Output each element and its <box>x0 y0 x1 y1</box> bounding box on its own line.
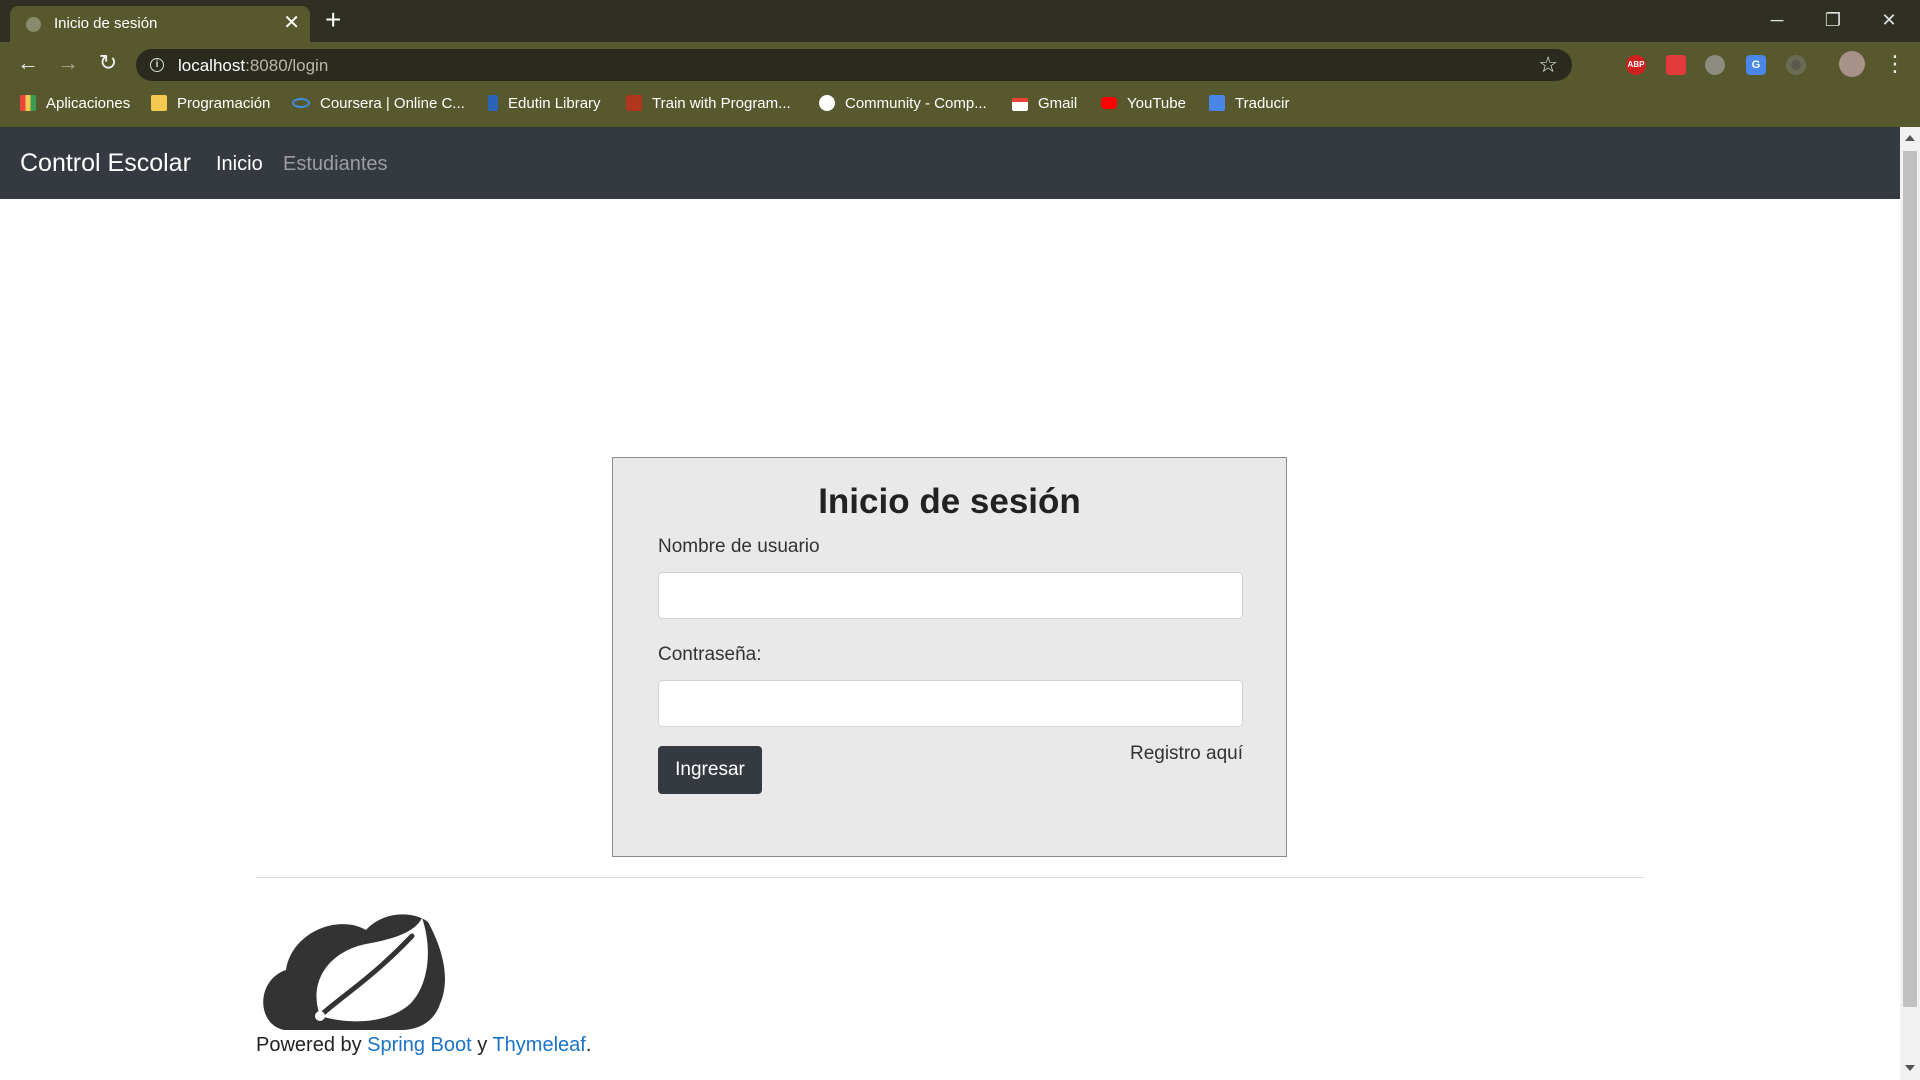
navbar-brand[interactable]: Control Escolar <box>20 149 191 178</box>
tab-title: Inicio de sesión <box>54 15 158 32</box>
url-path: :8080/login <box>245 56 329 75</box>
password-input[interactable] <box>658 680 1243 727</box>
site-info-icon[interactable]: i <box>150 58 164 72</box>
close-window-button[interactable]: ✕ <box>1864 4 1914 36</box>
login-title: Inicio de sesión <box>818 482 1081 521</box>
adblock-plus-icon[interactable]: ABP <box>1626 55 1646 75</box>
top-navbar: Control Escolar Inicio Estudiantes <box>0 127 1900 199</box>
globe-favicon-icon <box>26 17 41 32</box>
reload-icon[interactable]: ↻ <box>94 49 122 77</box>
apps-grid-icon <box>20 95 36 111</box>
thymeleaf-link[interactable]: Thymeleaf <box>492 1034 585 1056</box>
coursera-icon <box>292 98 310 108</box>
forward-arrow-icon[interactable]: → <box>54 49 82 77</box>
scroll-up-arrow-icon[interactable] <box>1905 135 1915 141</box>
back-arrow-icon[interactable]: ← <box>14 49 42 77</box>
password-label: Contraseña: <box>658 644 762 665</box>
tab-strip: Inicio de sesión ✕ + ─ ❐ ✕ <box>0 0 1920 42</box>
browser-chrome: Inicio de sesión ✕ + ─ ❐ ✕ ← → ↻ i local… <box>0 0 1920 127</box>
google-translate-icon[interactable]: G <box>1746 55 1766 75</box>
bookmark-traducir[interactable]: Traducir <box>1209 95 1289 117</box>
url-text[interactable]: localhost:8080/login <box>178 56 328 76</box>
bookmark-gmail[interactable]: Gmail <box>1012 95 1077 117</box>
translate-icon <box>1209 95 1225 111</box>
pocket-icon[interactable] <box>1666 55 1686 75</box>
bookmark-aplicaciones[interactable]: Aplicaciones <box>20 95 130 117</box>
record-extension-icon[interactable] <box>1786 55 1806 75</box>
spring-boot-link[interactable]: Spring Boot <box>367 1034 472 1056</box>
globe-icon <box>819 95 835 111</box>
url-host: localhost <box>178 56 246 75</box>
page-scrollbar[interactable] <box>1900 127 1920 1080</box>
edutin-icon <box>488 95 498 111</box>
codewars-icon <box>626 95 642 111</box>
spring-leaf-logo <box>263 914 445 1030</box>
new-tab-button[interactable]: + <box>325 5 341 35</box>
bookmark-codewars[interactable]: Train with Program... <box>626 95 791 117</box>
minimize-window-button[interactable]: ─ <box>1752 4 1802 36</box>
bookmark-community[interactable]: Community - Comp... <box>819 95 987 117</box>
bookmark-youtube[interactable]: YouTube <box>1101 95 1186 117</box>
bookmark-coursera[interactable]: Coursera | Online C... <box>292 95 465 117</box>
globe-extension-icon[interactable] <box>1705 55 1725 75</box>
close-tab-icon[interactable]: ✕ <box>283 12 300 34</box>
folder-icon <box>151 95 167 111</box>
scrollbar-thumb[interactable] <box>1903 151 1917 1007</box>
bookmark-star-icon[interactable]: ☆ <box>1538 52 1558 78</box>
bookmark-edutin[interactable]: Edutin Library <box>488 95 601 117</box>
nav-link-inicio[interactable]: Inicio <box>216 153 263 176</box>
scroll-down-arrow-icon[interactable] <box>1905 1065 1915 1071</box>
profile-avatar[interactable] <box>1839 51 1865 77</box>
gmail-icon <box>1012 98 1028 111</box>
browser-menu-icon[interactable]: ⋮ <box>1884 50 1906 78</box>
login-submit-button[interactable]: Ingresar <box>658 746 762 794</box>
page-viewport: Control Escolar Inicio Estudiantes Inici… <box>0 127 1900 1080</box>
address-bar[interactable]: i localhost:8080/login ☆ <box>136 49 1572 81</box>
powered-by-text: Powered by Spring Boot y Thymeleaf. <box>256 1034 592 1056</box>
login-card: Inicio de sesión Nombre de usuario Contr… <box>612 457 1287 857</box>
username-input[interactable] <box>658 572 1243 619</box>
nav-link-estudiantes[interactable]: Estudiantes <box>283 153 388 176</box>
register-link[interactable]: Registro aquí <box>1130 743 1243 765</box>
youtube-icon <box>1101 97 1117 109</box>
browser-tab[interactable]: Inicio de sesión ✕ <box>10 6 310 42</box>
restore-window-button[interactable]: ❐ <box>1808 4 1858 36</box>
browser-toolbar: ← → ↻ i localhost:8080/login ☆ ABP G ⋮ <box>0 42 1920 84</box>
bookmark-programacion[interactable]: Programación <box>151 95 270 117</box>
username-label: Nombre de usuario <box>658 536 820 557</box>
footer-divider <box>256 877 1644 878</box>
bookmarks-bar: Aplicaciones Programación Coursera | Onl… <box>0 84 1920 127</box>
